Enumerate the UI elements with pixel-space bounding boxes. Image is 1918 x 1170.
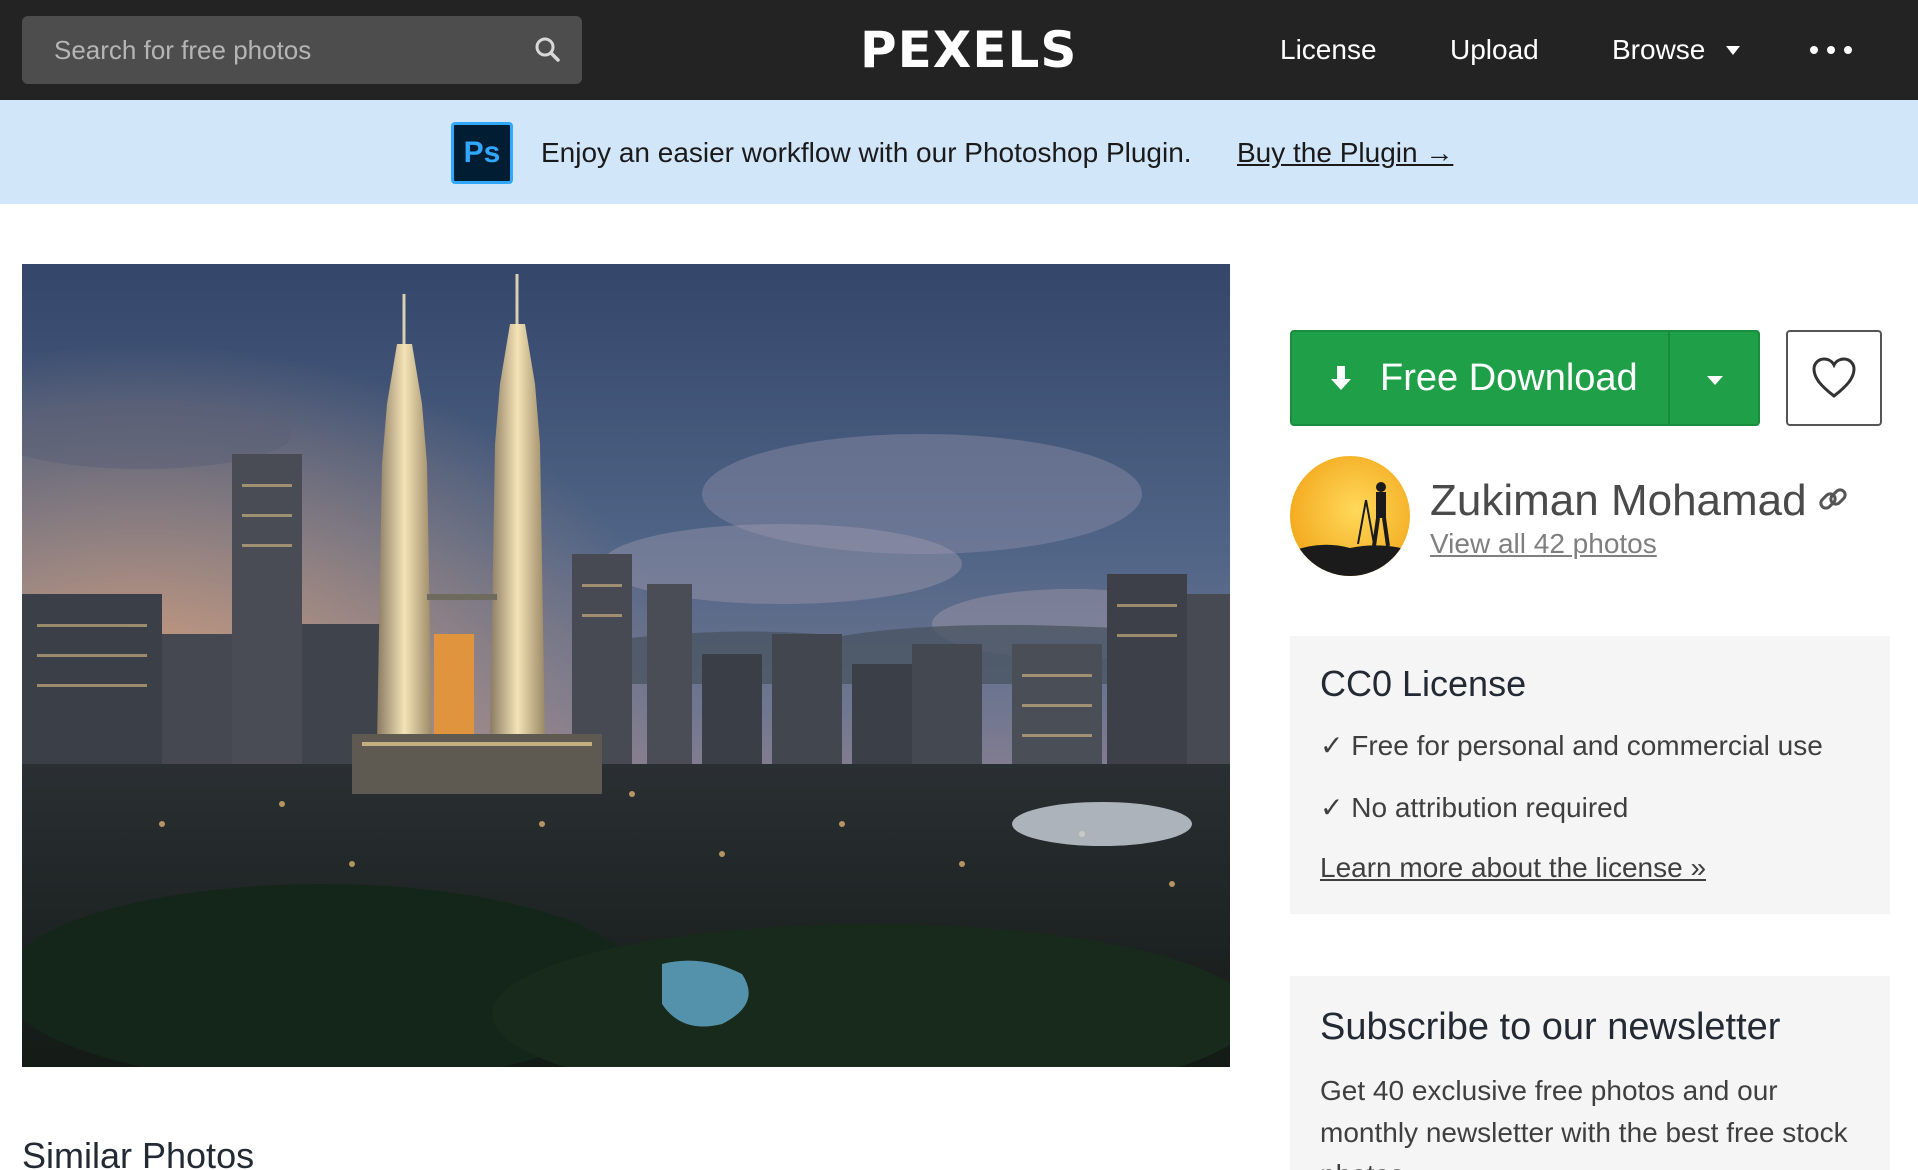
more-dots-icon[interactable] — [1806, 40, 1856, 60]
nav-upload-link[interactable]: Upload — [1450, 28, 1539, 72]
promo-text: Enjoy an easier workflow with our Photos… — [541, 137, 1192, 168]
main-photo[interactable] — [22, 264, 1230, 1067]
photoshop-plugin-banner: Ps Enjoy an easier workflow with our Pho… — [0, 100, 1918, 204]
free-download-button-group: Free Download — [1290, 330, 1760, 426]
newsletter-description: Get 40 exclusive free photos and our mon… — [1320, 1075, 1848, 1170]
buy-plugin-link[interactable]: Buy the Plugin → — [1237, 134, 1453, 172]
license-item: ✓ No attribution required — [1320, 792, 1629, 823]
photoshop-logo-icon: Ps — [451, 122, 513, 184]
author-avatar[interactable] — [1290, 456, 1410, 576]
license-card: CC0 License ✓ Free for personal and comm… — [1290, 636, 1890, 914]
nav-license-link[interactable]: License — [1280, 28, 1377, 72]
free-download-label: Free Download — [1380, 357, 1638, 399]
heart-icon — [1812, 357, 1856, 398]
link-icon[interactable] — [1816, 482, 1850, 516]
pexels-logo[interactable]: PEXELS — [860, 20, 1076, 80]
license-item: ✓ Free for personal and commercial use — [1320, 730, 1823, 761]
author-name[interactable]: Zukiman Mohamad — [1430, 474, 1807, 528]
avatar-image — [1290, 456, 1410, 576]
license-title: CC0 License — [1320, 663, 1527, 704]
download-options-dropdown[interactable] — [1670, 332, 1758, 424]
newsletter-title: Subscribe to our newsletter — [1320, 1006, 1781, 1048]
similar-photos-heading: Similar Photos — [22, 1135, 255, 1170]
top-navigation-bar: PEXELS License Upload Browse — [0, 0, 1918, 100]
download-arrow-icon — [1331, 366, 1351, 390]
city-skyline-image — [22, 264, 1230, 1067]
newsletter-card: Subscribe to our newsletter Get 40 exclu… — [1290, 976, 1890, 1170]
learn-more-license-link[interactable]: Learn more about the license » — [1320, 850, 1706, 886]
chevron-down-icon[interactable] — [1726, 46, 1740, 55]
nav-browse-menu[interactable]: Browse — [1612, 28, 1705, 72]
like-button[interactable] — [1786, 330, 1882, 426]
search-input[interactable] — [22, 16, 522, 84]
view-all-photos-link[interactable]: View all 42 photos — [1430, 526, 1657, 562]
search-icon[interactable] — [530, 32, 566, 68]
search-bar — [22, 16, 582, 84]
free-download-button[interactable]: Free Download — [1292, 332, 1668, 424]
caret-down-icon — [1707, 376, 1723, 385]
